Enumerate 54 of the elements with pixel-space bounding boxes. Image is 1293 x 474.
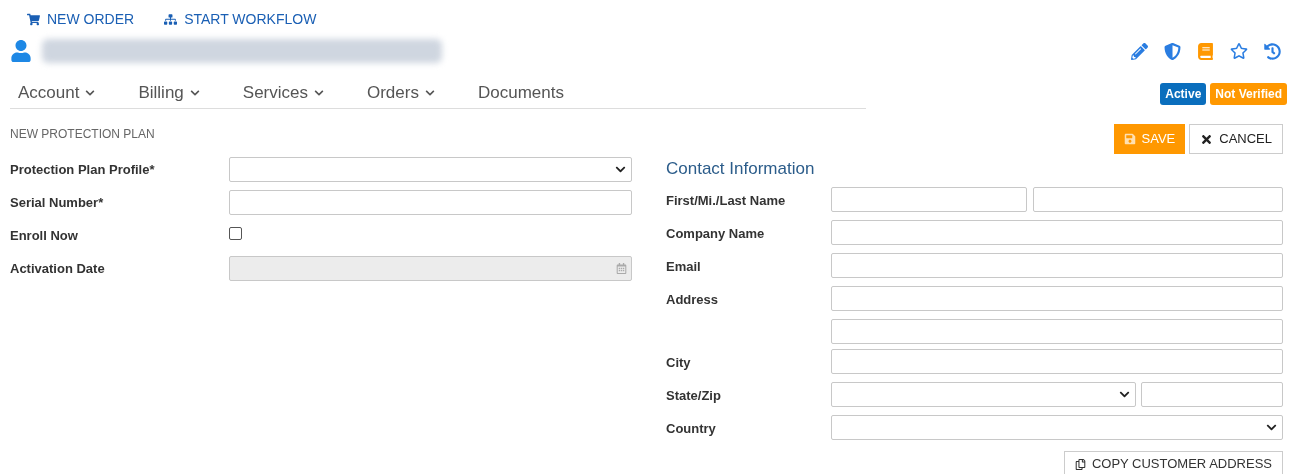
section-title: NEW PROTECTION PLAN [10,126,156,143]
nav-menu-item[interactable]: Account [18,80,96,106]
field-label: Activation Date [10,259,106,278]
shield-icon[interactable] [1164,42,1181,60]
nav-menu-item[interactable]: Orders [367,80,435,106]
hierarchy-icon [164,12,178,26]
toolbar-link[interactable]: NEW ORDER [27,8,135,30]
input-field[interactable] [831,319,1283,344]
status-badge: Not Verified [1210,83,1287,105]
user-icon [10,40,32,62]
section-heading: Contact Information [666,158,816,180]
dropdown-field[interactable] [831,415,1283,440]
field-label: Serial Number* [10,193,105,212]
cart-icon [27,12,40,26]
field-label: Company Name [666,225,765,241]
toolbar-link[interactable]: START WORKFLOW [164,8,317,30]
field-label: Email [666,258,701,274]
copy-icon [1074,458,1086,470]
field-label: Protection Plan Profile* [10,160,156,179]
input-field[interactable] [831,286,1283,311]
checkbox[interactable] [229,226,242,240]
pencil-icon[interactable] [1131,42,1148,60]
input-field[interactable] [831,220,1283,245]
input-field[interactable] [1141,382,1283,407]
history-icon[interactable] [1264,42,1281,60]
copy-address-button[interactable]: COPY CUSTOMER ADDRESS [1063,451,1283,474]
star-icon[interactable] [1230,42,1248,60]
chevron-down-icon [314,88,324,98]
field-label: Enroll Now [10,226,79,245]
chevron-down-icon [1266,422,1277,433]
input-field[interactable] [831,253,1283,278]
dropdown-field[interactable] [229,157,632,182]
dropdown-field[interactable] [831,382,1137,407]
input-field[interactable] [831,349,1283,374]
nav-menu-item[interactable]: Billing [138,80,200,106]
chevron-down-icon [1119,389,1131,400]
chevron-down-icon [424,88,435,98]
input-field[interactable] [229,190,632,215]
chevron-down-icon [615,164,626,175]
input-field[interactable] [831,187,1028,212]
field-label: First/Mi./Last Name [666,192,786,208]
field-label: Country [666,420,716,436]
nav-menu-item[interactable]: Documents [477,80,564,106]
chevron-down-icon [189,88,200,98]
chevron-down-icon [85,88,96,98]
field-label: State/Zip [666,387,721,403]
close-icon [1200,132,1214,146]
input-field[interactable] [1033,187,1283,212]
cancel-button[interactable]: CANCEL [1189,124,1283,154]
status-badge: Active [1160,83,1207,105]
nav-menu-item[interactable]: Services [242,80,324,106]
field-label: Address [666,291,719,307]
book-icon[interactable] [1197,42,1214,60]
field-label: City [666,354,691,370]
